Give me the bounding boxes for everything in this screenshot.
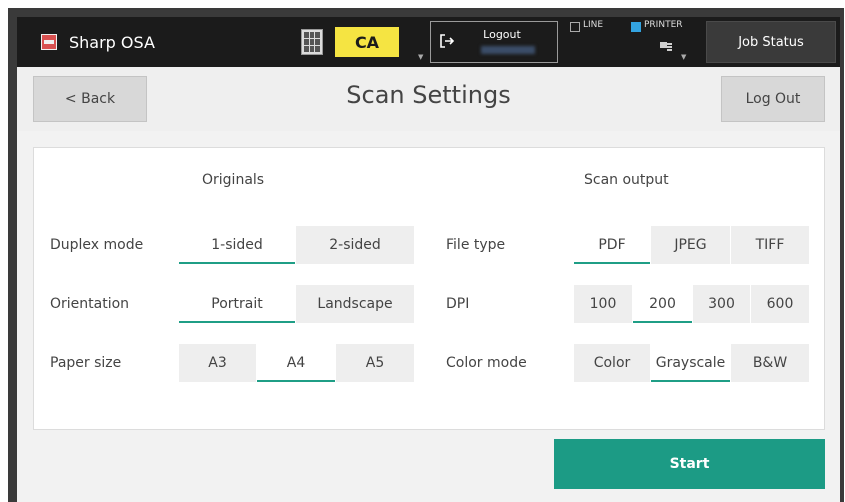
settings-card: Originals Scan output Duplex mode 1-side… xyxy=(33,147,825,430)
dpi-label: DPI xyxy=(446,296,470,312)
top-bar: Sharp OSA CA ▼ Logout LINE PRINTER ▼ Job… xyxy=(17,17,840,67)
paper-size-label: Paper size xyxy=(50,355,122,371)
color-mode-option[interactable]: Grayscale xyxy=(651,344,731,382)
color-mode-option[interactable]: B&W xyxy=(731,344,809,382)
page-header: < Back Scan Settings Log Out xyxy=(17,67,840,131)
logout-user-button[interactable]: Logout xyxy=(430,21,558,63)
start-button[interactable]: Start xyxy=(554,439,825,489)
job-status-button[interactable]: Job Status xyxy=(706,21,836,63)
file-type-option[interactable]: PDF xyxy=(574,226,651,264)
orientation-option[interactable]: Landscape xyxy=(296,285,414,323)
chevron-down-icon: ▼ xyxy=(681,53,687,61)
dpi-selector: 100 200 300 600 xyxy=(574,285,809,323)
duplex-mode-selector: 1-sided 2-sided xyxy=(179,226,414,264)
dpi-option[interactable]: 600 xyxy=(751,285,809,323)
duplex-mode-label: Duplex mode xyxy=(50,237,144,253)
keypad-icon[interactable] xyxy=(301,29,323,55)
printer-indicator xyxy=(631,22,641,32)
paper-size-option[interactable]: A5 xyxy=(336,344,414,382)
file-type-label: File type xyxy=(446,237,506,253)
logout-label: Logout xyxy=(483,28,521,41)
logged-in-user-name xyxy=(481,46,535,54)
file-type-option[interactable]: TIFF xyxy=(731,226,809,264)
app-title: Sharp OSA xyxy=(69,32,155,52)
orientation-selector: Portrait Landscape xyxy=(179,285,414,323)
scan-output-title: Scan output xyxy=(584,172,669,188)
dpi-option[interactable]: 100 xyxy=(574,285,633,323)
duplex-option[interactable]: 1-sided xyxy=(179,226,296,264)
file-type-selector: PDF JPEG TIFF xyxy=(574,226,809,264)
orientation-label: Orientation xyxy=(50,296,130,312)
scan-settings-panel: Originals Scan output Duplex mode 1-side… xyxy=(17,131,840,502)
clear-all-button[interactable]: CA xyxy=(335,27,399,57)
color-mode-option[interactable]: Color xyxy=(574,344,651,382)
line-label: LINE xyxy=(583,20,604,30)
dpi-option[interactable]: 300 xyxy=(693,285,751,323)
orientation-option[interactable]: Portrait xyxy=(179,285,296,323)
chevron-down-icon: ▼ xyxy=(418,53,424,61)
line-indicator xyxy=(570,22,580,32)
paper-size-selector: A3 A4 A5 xyxy=(179,344,414,382)
log-out-button[interactable]: Log Out xyxy=(721,76,825,122)
color-mode-selector: Color Grayscale B&W xyxy=(574,344,809,382)
app-switcher[interactable]: Sharp OSA xyxy=(17,17,247,67)
page-title: Scan Settings xyxy=(346,81,511,109)
paper-size-option[interactable]: A3 xyxy=(179,344,257,382)
duplex-option[interactable]: 2-sided xyxy=(296,226,414,264)
printer-label: PRINTER xyxy=(644,20,683,30)
paper-size-option[interactable]: A4 xyxy=(257,344,336,382)
file-type-option[interactable]: JPEG xyxy=(651,226,731,264)
color-mode-label: Color mode xyxy=(446,355,527,371)
sharp-osa-icon xyxy=(41,34,57,50)
originals-title: Originals xyxy=(202,172,265,188)
dpi-option[interactable]: 200 xyxy=(633,285,693,323)
printer-icon xyxy=(660,42,672,51)
